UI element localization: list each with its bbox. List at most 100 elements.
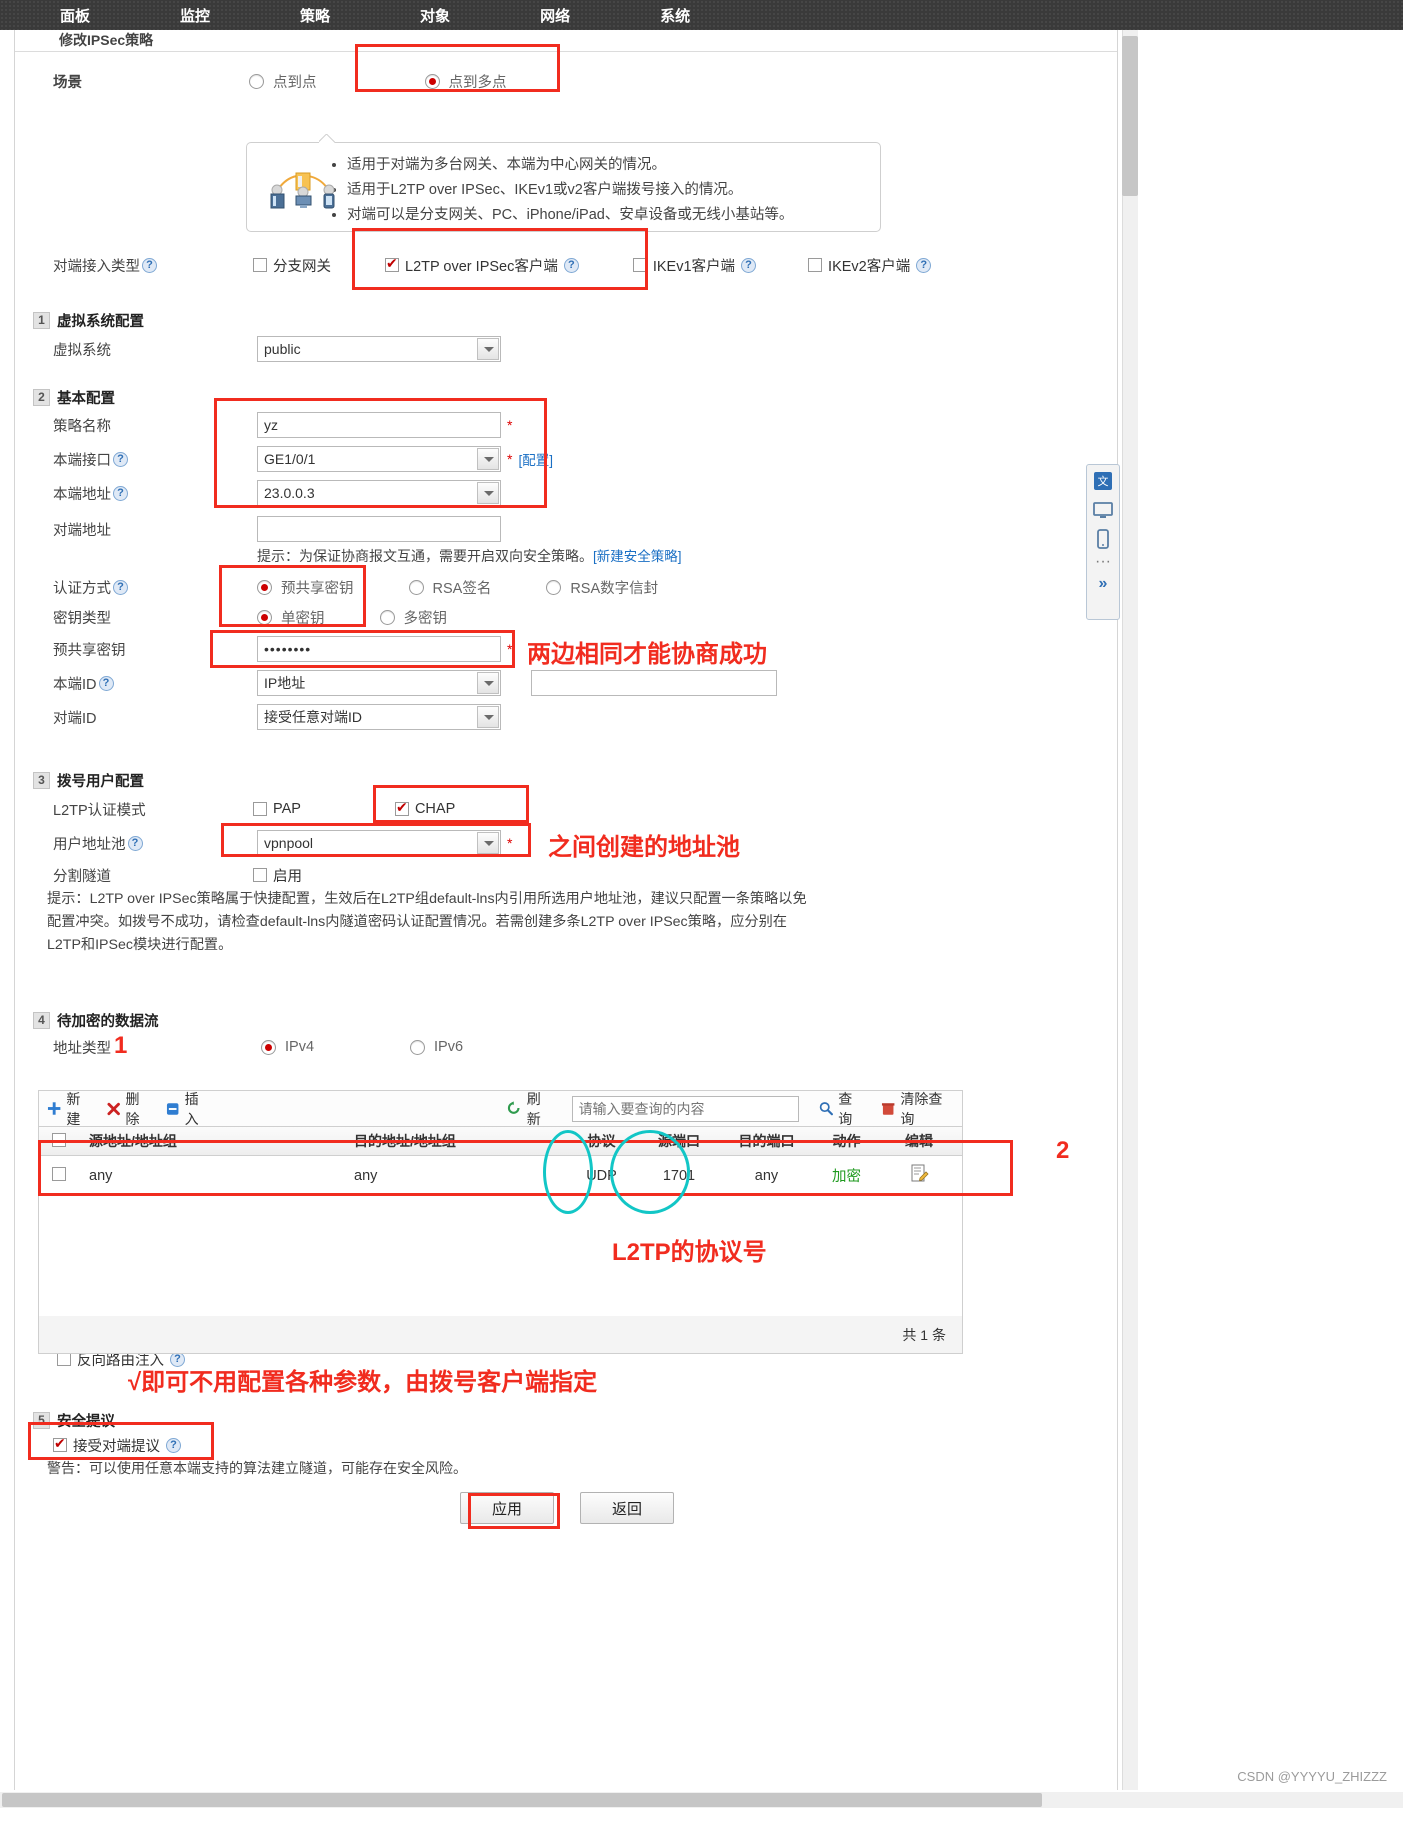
vsys-select[interactable]: public [257, 336, 501, 362]
insert-entry-button[interactable]: 插入 [166, 1089, 211, 1129]
peer-access-type-row: 对端接入类型 ? 分支网关 L2TP over IPSec客户端 ? IKEv1… [15, 248, 1119, 282]
section-title: 待加密的数据流 [57, 1014, 159, 1030]
svg-text:文: 文 [1098, 474, 1109, 488]
refresh-button[interactable]: 刷新 [507, 1089, 553, 1129]
chevron-down-icon [477, 832, 499, 854]
preshared-key-input[interactable] [257, 636, 501, 662]
query-button[interactable]: 查询 [819, 1089, 865, 1129]
local-address-select[interactable]: 23.0.0.3 [257, 480, 501, 506]
new-security-policy-link[interactable]: [新建安全策略] [593, 549, 682, 564]
l2tp-auth-mode-row: L2TP认证模式 PAP CHAP [15, 792, 1119, 826]
local-interface-row: 本端接口 ? GE1/0/1 * [配置] [15, 442, 1119, 476]
checkbox-icon [632, 258, 647, 272]
interface-config-link[interactable]: [配置] [518, 449, 553, 469]
accept-peer-proposal-checkbox[interactable]: 接受对端提议 ? [53, 1435, 181, 1456]
auth-option-preshared-key[interactable]: 预共享密钥 [257, 577, 354, 598]
peer-access-ikev2-client[interactable]: IKEv2客户端 ? [808, 255, 932, 276]
language-icon[interactable]: 文 [1093, 471, 1113, 491]
column-header-protocol: 协议 [587, 1133, 616, 1149]
select-all-checkbox-cell[interactable] [39, 1132, 79, 1150]
scene-option-p2mp[interactable]: 点到多点 [424, 71, 507, 92]
scene-row: 场景 点到点 点到多点 [15, 52, 1117, 110]
vertical-scrollbar-thumb[interactable] [1122, 36, 1138, 196]
help-icon[interactable]: ? [741, 257, 757, 273]
l2tp-auth-pap[interactable]: PAP [253, 801, 301, 817]
l2tp-auth-chap[interactable]: CHAP [394, 799, 455, 817]
new-entry-button[interactable]: 新建 [47, 1089, 93, 1129]
user-address-pool-select[interactable]: vpnpool [257, 830, 501, 856]
section-number: 2 [33, 389, 50, 406]
expand-chevron-icon[interactable]: » [1099, 575, 1108, 593]
required-marker: * [507, 835, 513, 851]
address-type-ipv6[interactable]: IPv6 [410, 1039, 463, 1055]
chevron-down-icon [477, 448, 499, 470]
horizontal-scrollbar-thumb[interactable] [2, 1793, 1042, 1807]
delete-entry-button[interactable]: 删除 [107, 1089, 152, 1129]
radio-dot-icon [249, 73, 264, 89]
chevron-down-icon [477, 482, 499, 504]
row-edit-button[interactable] [884, 1164, 954, 1187]
help-icon[interactable]: ? [113, 451, 128, 467]
split-tunnel-enable[interactable]: 启用 [253, 865, 302, 886]
nav-item-monitor[interactable]: 监控 [180, 5, 210, 26]
nav-item-network[interactable]: 网络 [540, 5, 570, 26]
search-input[interactable] [571, 1095, 799, 1122]
vertical-scrollbar-track[interactable] [1122, 30, 1138, 1790]
mobile-icon[interactable] [1093, 529, 1113, 549]
help-icon[interactable]: ? [142, 257, 157, 273]
nav-item-system[interactable]: 系统 [660, 5, 690, 26]
peer-access-l2tp-over-ipsec[interactable]: L2TP over IPSec客户端 ? [385, 255, 579, 276]
checkbox-icon [253, 802, 267, 816]
edit-icon [911, 1164, 929, 1182]
vsys-label: 虚拟系统 [53, 342, 111, 359]
policy-name-input[interactable] [257, 412, 501, 438]
refresh-icon [508, 1101, 520, 1114]
local-id-text-input[interactable] [531, 670, 777, 696]
auth-option-rsa-envelope[interactable]: RSA数字信封 [546, 577, 658, 598]
monitor-icon[interactable] [1093, 500, 1113, 520]
peer-id-select[interactable]: 接受任意对端ID [257, 704, 501, 730]
help-icon[interactable]: ? [113, 485, 128, 501]
clear-query-button[interactable]: 清除查询 [881, 1089, 954, 1129]
column-header-action: 动作 [832, 1133, 861, 1149]
trash-icon [881, 1103, 895, 1115]
back-button[interactable]: 返回 [580, 1492, 674, 1524]
nav-item-object[interactable]: 对象 [420, 5, 450, 26]
scene-info-callout: 适用于对端为多台网关、本端为中心网关的情况。 适用于L2TP over IPSe… [246, 142, 881, 232]
apply-button[interactable]: 应用 [460, 1492, 554, 1524]
checkbox-icon [57, 1352, 71, 1366]
insert-icon [167, 1102, 179, 1115]
table-empty-area [38, 1196, 963, 1316]
nav-item-policy[interactable]: 策略 [300, 5, 330, 26]
key-type-single[interactable]: 单密钥 [257, 607, 325, 628]
table-row[interactable]: any any UDP 1701 any 加密 [38, 1156, 963, 1196]
help-icon[interactable]: ? [127, 835, 143, 851]
key-type-label: 密钥类型 [53, 610, 111, 627]
nav-item-panel[interactable]: 面板 [60, 5, 90, 26]
row-select-checkbox[interactable] [39, 1166, 79, 1185]
policy-name-row: 策略名称 * [15, 408, 1119, 442]
peer-access-branch-gateway[interactable]: 分支网关 [253, 255, 331, 276]
help-icon[interactable]: ? [98, 675, 114, 691]
section-number: 4 [33, 1012, 50, 1029]
help-icon[interactable]: ? [166, 1437, 181, 1453]
auth-option-rsa-signature[interactable]: RSA签名 [408, 577, 491, 598]
local-id-label: 本端ID ? [15, 673, 257, 694]
peer-address-input[interactable] [257, 516, 501, 542]
more-dots-icon[interactable]: ··· [1095, 554, 1111, 570]
peer-id-row: 对端ID 接受任意对端ID [15, 700, 1119, 734]
help-icon[interactable]: ? [563, 257, 579, 273]
local-interface-select[interactable]: GE1/0/1 [257, 446, 501, 472]
help-icon[interactable]: ? [916, 257, 932, 273]
section-number: 5 [33, 1412, 50, 1429]
vsys-row: 虚拟系统 public [15, 332, 1119, 366]
help-icon[interactable]: ? [113, 579, 128, 595]
local-id-type-select[interactable]: IP地址 [257, 670, 501, 696]
split-tunnel-row: 分割隧道 启用 [15, 858, 1119, 892]
scene-option-p2p[interactable]: 点到点 [249, 71, 317, 92]
peer-address-row: 对端地址 [15, 512, 1119, 546]
breadcrumb: 修改IPSec策略 [15, 30, 1117, 52]
key-type-multiple[interactable]: 多密钥 [379, 607, 447, 628]
peer-access-ikev1-client[interactable]: IKEv1客户端 ? [632, 255, 757, 276]
address-type-ipv4[interactable]: IPv4 [261, 1039, 314, 1055]
